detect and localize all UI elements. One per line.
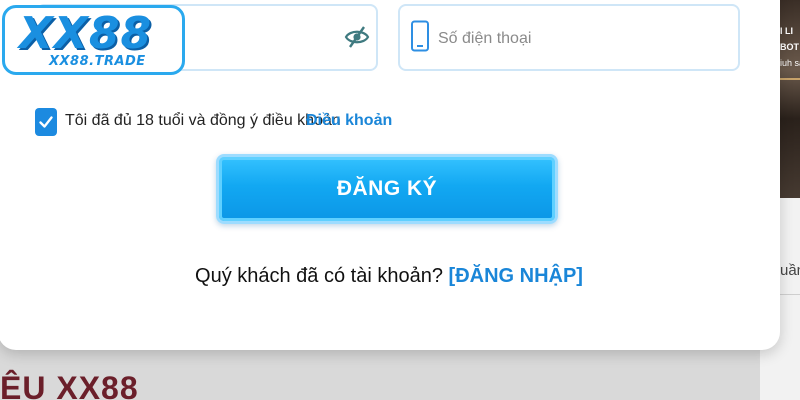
- checkmark-icon: [39, 116, 53, 128]
- agree-text: Tôi đã đủ 18 tuổi và đồng ý điều khoản: [65, 112, 341, 129]
- background-thumbnail-bar: [778, 78, 800, 80]
- login-question: Quý khách đã có tài khoản?: [195, 265, 443, 287]
- phone-field: [398, 4, 740, 71]
- login-link[interactable]: [ĐĂNG NHẬP]: [449, 265, 583, 287]
- phone-input[interactable]: [438, 26, 728, 52]
- phone-icon: [410, 20, 430, 52]
- site-logo[interactable]: XX88 XX88.TRADE: [2, 5, 185, 75]
- background-heading: ỆU XX88: [0, 370, 139, 400]
- background-thumbnail-line: iuh sa: [780, 58, 800, 68]
- logo-domain: XX88.TRADE: [49, 54, 146, 69]
- background-thumbnail-line: I LI: [780, 26, 793, 36]
- background-side-text: uần: [780, 262, 800, 279]
- login-prompt: Quý khách đã có tài khoản? [ĐĂNG NHẬP]: [0, 265, 780, 288]
- register-button[interactable]: ĐĂNG KÝ: [216, 154, 558, 224]
- eye-slash-icon[interactable]: [344, 24, 370, 50]
- background-thumbnail-line: BOT L: [780, 42, 800, 52]
- terms-link[interactable]: Điều khoản: [306, 112, 392, 130]
- logo-wordmark: XX88: [19, 8, 153, 59]
- age-agree-checkbox[interactable]: [35, 108, 57, 136]
